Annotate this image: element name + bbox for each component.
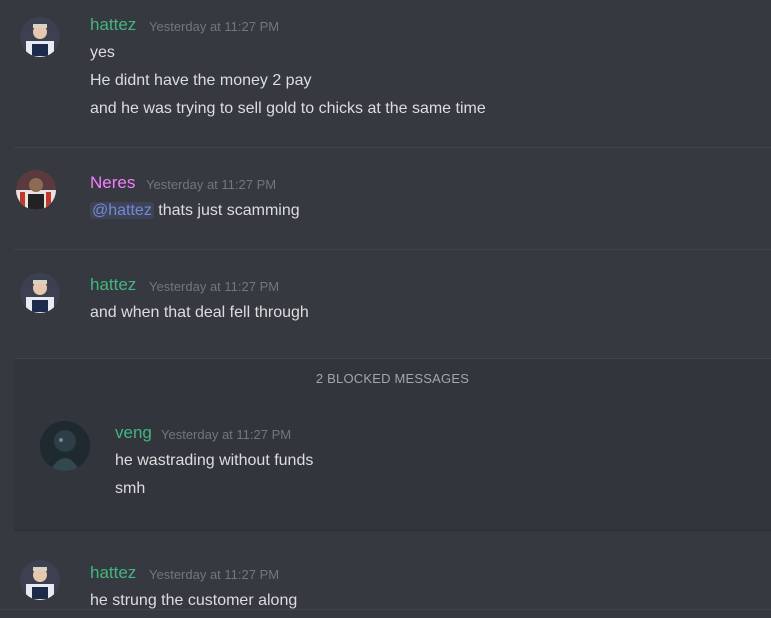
- author-name[interactable]: veng: [115, 423, 152, 443]
- author-name[interactable]: hattez: [90, 15, 136, 35]
- avatar-neres-icon[interactable]: [16, 170, 56, 210]
- avatar-hattez-icon[interactable]: [20, 273, 60, 313]
- message-timestamp: Yesterday at 11:27 PM: [146, 177, 277, 192]
- author-name[interactable]: hattez: [90, 275, 136, 295]
- message-group: Neres Yesterday at 11:27 PM @hattez that…: [0, 148, 771, 249]
- blocked-messages-container: 2 BLOCKED MESSAGES veng Yesterday at 11:…: [14, 358, 771, 531]
- avatar-veng-icon[interactable]: [40, 421, 90, 471]
- message-text-content: thats just scamming: [153, 202, 300, 219]
- message-text: @hattez thats just scamming: [90, 202, 300, 220]
- blocked-messages-toggle[interactable]: 2 BLOCKED MESSAGES: [14, 371, 771, 386]
- message-group: hattez Yesterday at 11:27 PM he strung t…: [0, 540, 771, 610]
- avatar-hattez-icon[interactable]: [20, 17, 60, 57]
- message-text: and he was trying to sell gold to chicks…: [90, 100, 486, 117]
- author-name[interactable]: hattez: [90, 563, 136, 583]
- message-timestamp: Yesterday at 11:27 PM: [149, 279, 280, 294]
- message-text: He didnt have the money 2 pay: [90, 72, 312, 89]
- message-text: yes: [90, 44, 115, 61]
- message-timestamp: Yesterday at 11:27 PM: [149, 19, 280, 34]
- avatar-hattez-icon[interactable]: [20, 560, 60, 600]
- user-mention[interactable]: @hattez: [90, 202, 154, 219]
- message-text: and when that deal fell through: [90, 304, 309, 321]
- message-text: he wastrading without funds: [115, 452, 314, 469]
- message-group: hattez Yesterday at 11:27 PM and when th…: [0, 250, 771, 358]
- message-group: hattez Yesterday at 11:27 PM yes He didn…: [0, 0, 771, 147]
- message-timestamp: Yesterday at 11:27 PM: [161, 427, 292, 442]
- message-timestamp: Yesterday at 11:27 PM: [149, 567, 280, 582]
- message-text: smh: [115, 480, 146, 497]
- message-text: he strung the customer along: [90, 592, 298, 609]
- author-name[interactable]: Neres: [90, 173, 135, 193]
